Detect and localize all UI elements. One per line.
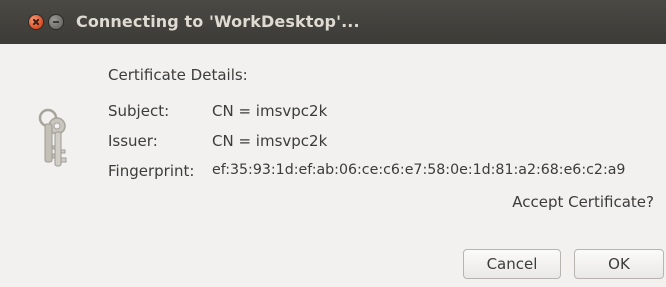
subject-value: CN = imsvpc2k <box>212 102 328 120</box>
subject-label: Subject: <box>108 102 170 120</box>
certificate-dialog: Connecting to 'WorkDesktop'... Certifica… <box>0 0 666 287</box>
window-title: Connecting to 'WorkDesktop'... <box>76 12 360 31</box>
fingerprint-value: ef:35:93:1d:ef:ab:06:ce:c6:e7:58:0e:1d:8… <box>212 162 626 178</box>
keys-icon <box>36 108 72 174</box>
title-bar: Connecting to 'WorkDesktop'... <box>0 0 666 44</box>
cancel-button[interactable]: Cancel <box>463 249 561 279</box>
issuer-value: CN = imsvpc2k <box>212 132 328 150</box>
fingerprint-label: Fingerprint: <box>108 162 195 180</box>
ok-button[interactable]: OK <box>574 249 664 279</box>
accept-certificate-question: Accept Certificate? <box>512 193 654 211</box>
close-icon[interactable] <box>29 15 43 29</box>
issuer-label: Issuer: <box>108 132 158 150</box>
certificate-details-heading: Certificate Details: <box>108 66 248 84</box>
minimize-icon[interactable] <box>49 15 63 29</box>
